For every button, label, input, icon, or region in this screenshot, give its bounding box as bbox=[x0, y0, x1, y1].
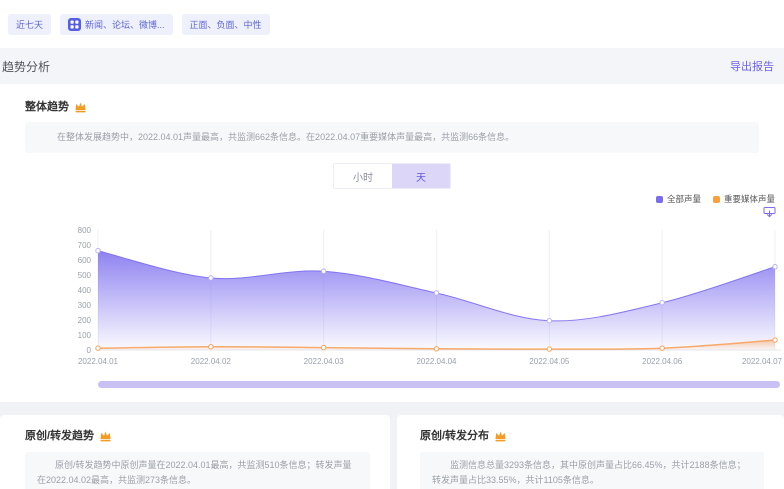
save-as-image-icon[interactable] bbox=[763, 206, 776, 219]
page-title: 趋势分析 bbox=[2, 58, 50, 75]
filter-sources-label: 新闻、论坛、微博... bbox=[85, 18, 165, 31]
svg-text:600: 600 bbox=[78, 256, 92, 265]
filter-date-range[interactable]: 近七天 bbox=[8, 14, 51, 35]
svg-text:0: 0 bbox=[87, 346, 92, 355]
legend-item-media-volume[interactable]: 重要媒体声量 bbox=[713, 193, 775, 205]
svg-text:400: 400 bbox=[78, 286, 92, 295]
svg-text:2022.04.01: 2022.04.01 bbox=[78, 357, 119, 366]
section-header: 趋势分析 导出报告 bbox=[0, 48, 784, 84]
trend-chart: 01002003004005006007008002022.04.012022.… bbox=[0, 220, 784, 370]
filter-sentiment-label: 正面、负面、中性 bbox=[190, 18, 262, 31]
granularity-day-button[interactable]: 天 bbox=[392, 164, 450, 188]
original-repost-distribution-card: 原创/转发分布 监测信息总量3293条信息，其中原创声量占比66.45%，共计2… bbox=[397, 415, 784, 489]
original-repost-distribution-title: 原创/转发分布 bbox=[420, 427, 489, 443]
svg-text:300: 300 bbox=[78, 301, 92, 310]
overall-trend-card: 整体趋势 在整体发展趋势中，2022.04.01声量最高，共监测662条信息。在… bbox=[0, 84, 784, 402]
hot-crown-icon bbox=[74, 100, 87, 113]
legend-label-all-volume: 全部声量 bbox=[667, 193, 701, 205]
legend-item-all-volume[interactable]: 全部声量 bbox=[656, 193, 701, 205]
hot-crown-icon bbox=[494, 429, 507, 442]
y-axis-labels: 0 100 200 300 400 500 600 700 800 bbox=[78, 226, 92, 355]
filter-date-range-label: 近七天 bbox=[16, 18, 43, 31]
filter-sentiment[interactable]: 正面、负面、中性 bbox=[182, 14, 270, 35]
filter-sources[interactable]: 新闻、论坛、微博... bbox=[60, 14, 173, 35]
svg-text:800: 800 bbox=[78, 226, 92, 235]
granularity-hour-button[interactable]: 小时 bbox=[334, 164, 392, 188]
svg-text:100: 100 bbox=[78, 331, 92, 340]
hot-crown-icon bbox=[99, 429, 112, 442]
svg-text:2022.04.03: 2022.04.03 bbox=[304, 357, 345, 366]
svg-text:2022.04.07: 2022.04.07 bbox=[742, 357, 783, 366]
svg-text:2022.04.06: 2022.04.06 bbox=[642, 357, 683, 366]
overall-summary: 在整体发展趋势中，2022.04.01声量最高，共监测662条信息。在2022.… bbox=[25, 122, 759, 153]
svg-text:500: 500 bbox=[78, 271, 92, 280]
export-report-link[interactable]: 导出报告 bbox=[730, 58, 774, 74]
granularity-toggle: 小时 天 bbox=[333, 163, 451, 189]
svg-text:2022.04.05: 2022.04.05 bbox=[529, 357, 570, 366]
legend-marker-media-volume bbox=[713, 196, 720, 203]
svg-text:2022.04.02: 2022.04.02 bbox=[191, 357, 232, 366]
svg-text:700: 700 bbox=[78, 241, 92, 250]
original-repost-distribution-summary: 监测信息总量3293条信息，其中原创声量占比66.45%，共计2188条信息；转… bbox=[420, 452, 764, 489]
chart-legend: 全部声量 重要媒体声量 bbox=[0, 193, 784, 205]
original-repost-trend-title: 原创/转发趋势 bbox=[25, 427, 94, 443]
legend-marker-all-volume bbox=[656, 196, 663, 203]
overall-trend-title: 整体趋势 bbox=[25, 98, 69, 114]
original-repost-trend-summary: 原创/转发趋势中原创声量在2022.04.01最高，共监测510条信息；转发声量… bbox=[25, 452, 370, 489]
svg-text:2022.04.04: 2022.04.04 bbox=[416, 357, 457, 366]
x-axis-labels: 2022.04.01 2022.04.02 2022.04.03 2022.04.04… bbox=[78, 357, 783, 366]
svg-text:200: 200 bbox=[78, 316, 92, 325]
datazoom-slider[interactable] bbox=[98, 381, 780, 388]
original-repost-trend-card: 原创/转发趋势 原创/转发趋势中原创声量在2022.04.01最高，共监测510… bbox=[0, 415, 390, 489]
bottom-cards: 原创/转发趋势 原创/转发趋势中原创声量在2022.04.01最高，共监测510… bbox=[0, 402, 784, 489]
legend-label-media-volume: 重要媒体声量 bbox=[724, 193, 775, 205]
filter-bar: 近七天 新闻、论坛、微博... 正面、负面、中性 bbox=[0, 0, 784, 48]
sources-icon bbox=[68, 18, 81, 31]
